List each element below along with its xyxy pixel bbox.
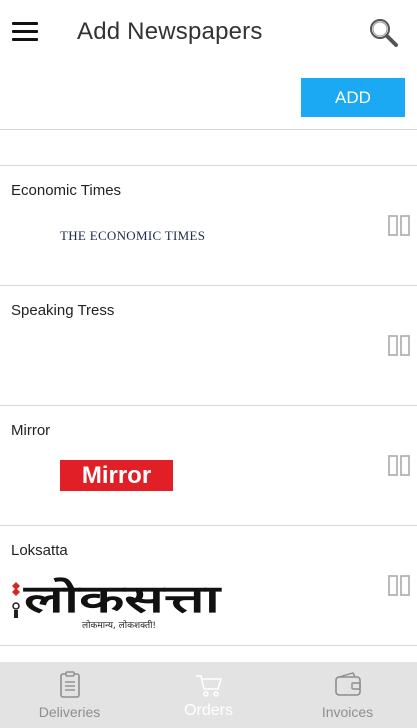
newspaper-name: Mirror: [11, 422, 51, 439]
menu-button[interactable]: [12, 22, 38, 44]
list-spacer: [0, 130, 417, 166]
loksatta-logo-text: लोकसत्ता: [22, 577, 221, 621]
loksatta-tagline: लोकमान्य, लोकशक्ती!: [82, 619, 156, 631]
loksatta-logo: लोकसत्ता लोकमान्य, लोकशक्ती!: [10, 570, 250, 631]
bottom-navigation: Deliveries Orders Invoices: [0, 662, 417, 728]
mirror-logo-text: Mirror: [60, 460, 173, 491]
newspaper-name: Loksatta: [11, 542, 68, 559]
loksatta-logo-graphic: लोकसत्ता लोकमान्य, लोकशक्ती!: [12, 577, 222, 631]
tab-orders[interactable]: Orders: [139, 662, 278, 728]
select-toggle-icon[interactable]: [388, 215, 410, 236]
newspaper-item-economic-times[interactable]: Economic Times THE ECONOMIC TIMES: [0, 166, 417, 286]
economic-times-logo-text: THE ECONOMIC TIMES: [60, 228, 206, 243]
newspaper-name: Economic Times: [11, 182, 122, 199]
newspaper-item-speaking-tress[interactable]: Speaking Tress: [0, 286, 417, 406]
newspaper-list: Economic Times THE ECONOMIC TIMES Speaki…: [0, 166, 417, 646]
clipboard-icon: [59, 671, 80, 698]
search-button[interactable]: [366, 16, 400, 50]
app-header: Add Newspapers: [0, 0, 417, 68]
select-toggle-icon[interactable]: [388, 335, 410, 356]
tab-label: Deliveries: [38, 704, 101, 720]
page-title: Add Newspapers: [77, 18, 263, 45]
tab-invoices[interactable]: Invoices: [278, 662, 417, 728]
newspaper-item-mirror[interactable]: Mirror Mirror: [0, 406, 417, 526]
tab-deliveries[interactable]: Deliveries: [0, 662, 139, 728]
newspaper-item-loksatta[interactable]: Loksatta लोकसत्ता लोकमान्य, लोकशक्ती!: [0, 526, 417, 646]
hamburger-menu-icon: [12, 22, 38, 25]
tab-label: Invoices: [321, 704, 374, 720]
select-toggle-icon[interactable]: [388, 575, 410, 596]
search-icon: [370, 19, 398, 47]
newspaper-name: Speaking Tress: [11, 302, 115, 319]
select-toggle-icon[interactable]: [388, 455, 410, 476]
cart-icon: [195, 675, 222, 697]
wallet-icon: [334, 672, 361, 696]
mirror-logo: Mirror: [10, 450, 250, 510]
economic-times-logo: THE ECONOMIC TIMES: [10, 210, 250, 270]
add-button[interactable]: ADD: [301, 78, 405, 117]
add-toolbar: ADD: [0, 68, 417, 130]
tab-label: Orders: [184, 702, 233, 719]
